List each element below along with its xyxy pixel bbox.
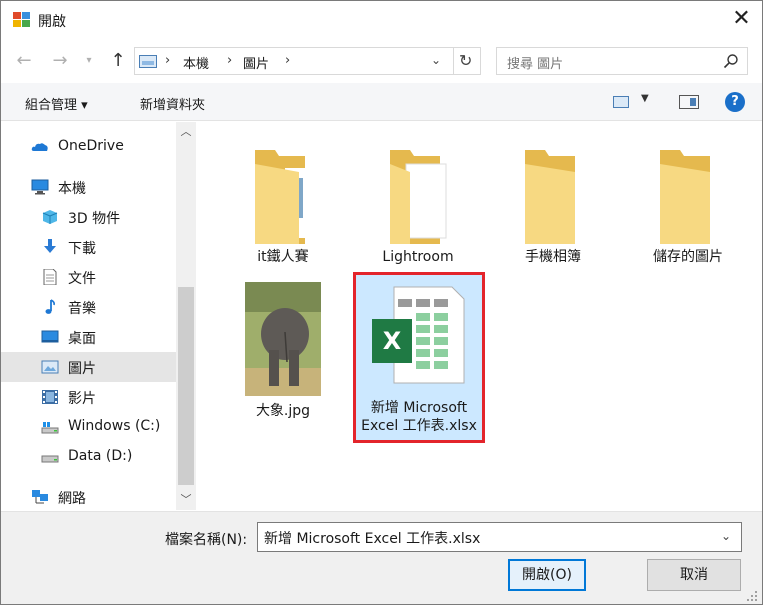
footer: 檔案名稱(N): 新增 Microsoft Excel 工作表.xlsx ⌄ 開… xyxy=(1,511,762,604)
resize-grip-icon[interactable] xyxy=(745,589,759,603)
3d-objects-icon xyxy=(42,210,58,224)
search-placeholder: 搜尋 圖片 xyxy=(507,57,564,72)
folder-icon xyxy=(390,150,447,244)
window-title: 開啟 xyxy=(38,14,66,30)
new-folder-button[interactable]: 新增資料夾 xyxy=(140,94,205,113)
close-button[interactable]: ✕ xyxy=(721,1,762,37)
folder-label: 儲存的圖片 xyxy=(653,249,723,265)
image-file-item[interactable]: 大象.jpg xyxy=(223,274,343,419)
refresh-icon[interactable]: ↻ xyxy=(459,51,472,70)
breadcrumb-pictures[interactable]: 圖片 xyxy=(243,53,269,72)
folder-item[interactable]: it鐵人賽 xyxy=(223,138,343,265)
image-thumbnail xyxy=(245,282,321,396)
breadcrumb-separator-icon: › xyxy=(227,53,233,68)
onedrive-icon xyxy=(31,143,48,151)
folder-item[interactable]: 手機相簿 xyxy=(493,138,613,265)
sidebar-item-this-pc[interactable]: 本機 xyxy=(1,172,176,202)
breadcrumb-this-pc[interactable]: 本機 xyxy=(183,53,209,72)
folder-label: 手機相簿 xyxy=(525,249,581,265)
sidebar-item-documents[interactable]: 文件 xyxy=(1,262,176,292)
this-pc-icon xyxy=(31,179,49,195)
folder-label: Lightroom xyxy=(382,249,454,265)
excel-file-label-line2: Excel 工作表.xlsx xyxy=(361,418,477,434)
chevron-down-icon: ▾ xyxy=(86,55,92,66)
pictures-location-icon xyxy=(139,55,157,68)
sidebar-item-onedrive[interactable]: OneDrive xyxy=(1,132,176,162)
sidebar-scrollbar[interactable]: ︿ ﹀ xyxy=(176,122,196,510)
folder-item[interactable]: 儲存的圖片 xyxy=(628,138,748,265)
sidebar-item-windows-c[interactable]: Windows (C:) xyxy=(1,412,176,442)
folder-icon xyxy=(255,150,309,244)
filename-value: 新增 Microsoft Excel 工作表.xlsx xyxy=(264,531,481,547)
sidebar-item-downloads[interactable]: 下載 xyxy=(1,232,176,262)
address-dropdown-icon[interactable]: ⌄ xyxy=(431,53,441,67)
videos-icon xyxy=(42,390,58,404)
title-bar: 開啟 ✕ xyxy=(1,1,762,37)
command-bar: 組合管理 ▾ 新增資料夾 ▼ ? xyxy=(1,83,762,121)
search-box[interactable]: 搜尋 圖片 xyxy=(496,47,748,75)
folder-item[interactable]: Lightroom xyxy=(358,138,478,265)
filename-field[interactable]: 新增 Microsoft Excel 工作表.xlsx ⌄ xyxy=(257,522,742,552)
open-file-dialog: 開啟 ✕ ← → ▾ ↑ › 本機 › 圖片 › ⌄ ↻ 搜尋 圖片 組合管理 … xyxy=(0,0,763,605)
close-icon: ✕ xyxy=(732,6,751,31)
view-dropdown-icon[interactable]: ▼ xyxy=(641,93,649,104)
arrow-up-icon: ↑ xyxy=(110,50,126,71)
desktop-icon xyxy=(41,330,59,343)
selected-file-highlight[interactable]: X 新增 Microsoft Excel 工作表.xlsx xyxy=(353,272,485,443)
folder-icon xyxy=(660,150,710,244)
preview-pane-icon[interactable] xyxy=(679,95,699,109)
scroll-down-icon[interactable]: ﹀ xyxy=(176,490,196,510)
excel-file-label: 新增 Microsoft Excel 工作表.xlsx xyxy=(356,399,482,435)
drive-d-icon xyxy=(41,455,59,463)
sidebar-item-network[interactable]: 網路 xyxy=(1,482,176,512)
recent-locations-button[interactable]: ▾ xyxy=(81,51,97,71)
scroll-up-icon[interactable]: ︿ xyxy=(176,122,196,142)
navigation-bar: ← → ▾ ↑ › 本機 › 圖片 › ⌄ ↻ 搜尋 圖片 xyxy=(1,41,762,81)
sidebar-item-data-d[interactable]: Data (D:) xyxy=(1,442,176,472)
up-button[interactable]: ↑ xyxy=(107,51,129,71)
help-icon[interactable]: ? xyxy=(725,92,745,112)
sidebar-item-desktop[interactable]: 桌面 xyxy=(1,322,176,352)
breadcrumb-separator-icon: › xyxy=(165,53,171,68)
svg-text:X: X xyxy=(383,327,402,355)
chevron-down-icon[interactable]: ⌄ xyxy=(721,529,731,543)
forward-button[interactable]: → xyxy=(49,51,71,71)
view-options-icon[interactable] xyxy=(613,96,629,108)
search-icon[interactable] xyxy=(723,53,739,69)
address-bar[interactable]: › 本機 › 圖片 › ⌄ ↻ xyxy=(134,47,481,75)
download-icon xyxy=(44,239,56,253)
excel-file-label-line1: 新增 Microsoft xyxy=(370,400,468,416)
breadcrumb-separator-icon: › xyxy=(285,53,291,68)
documents-icon xyxy=(43,269,57,285)
filename-label: 檔案名稱(N): xyxy=(165,532,248,548)
navigation-pane: OneDrive 本機 3D 物件 下載 文件 音樂 桌面 圖片 影片 Wind… xyxy=(1,122,196,510)
open-button[interactable]: 開啟(O) xyxy=(508,559,586,591)
scrollbar-thumb[interactable] xyxy=(178,287,194,485)
folder-icon xyxy=(525,150,575,244)
sidebar-item-music[interactable]: 音樂 xyxy=(1,292,176,322)
sidebar-item-3d-objects[interactable]: 3D 物件 xyxy=(1,202,176,232)
address-divider xyxy=(453,48,454,74)
pictures-icon xyxy=(41,360,59,374)
network-icon xyxy=(32,490,48,504)
arrow-right-icon: → xyxy=(52,50,68,71)
sidebar-item-videos[interactable]: 影片 xyxy=(1,382,176,412)
folder-label: it鐵人賽 xyxy=(257,249,309,265)
back-button[interactable]: ← xyxy=(13,51,35,71)
drive-c-icon xyxy=(41,422,59,434)
cancel-button[interactable]: 取消 xyxy=(647,559,741,591)
excel-file-icon: X xyxy=(372,286,465,384)
image-file-label: 大象.jpg xyxy=(255,403,311,419)
music-icon xyxy=(45,299,55,314)
organize-button[interactable]: 組合管理 ▾ xyxy=(25,94,88,113)
sidebar-item-pictures[interactable]: 圖片 xyxy=(1,352,176,382)
app-icon xyxy=(13,12,30,27)
arrow-left-icon: ← xyxy=(16,50,32,71)
